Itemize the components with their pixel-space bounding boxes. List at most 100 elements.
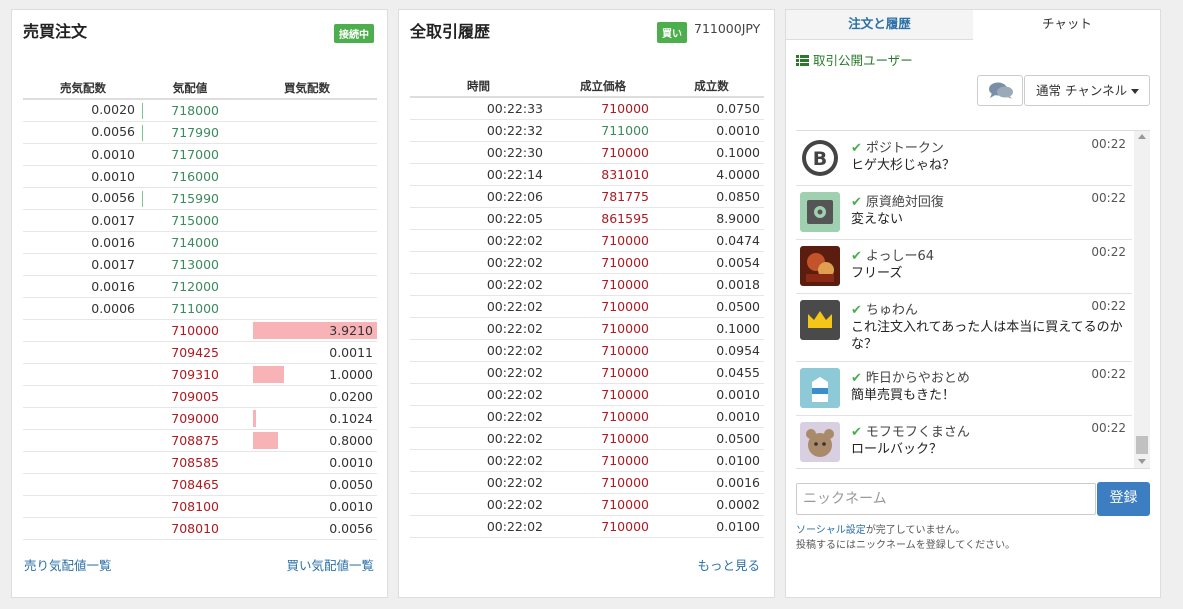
ask-row[interactable]: 0.0056 717990 [23, 121, 377, 144]
bid-row[interactable]: 709005 0.0200 [23, 385, 377, 408]
trade-time: 00:22:02 [410, 405, 547, 428]
social-setting-note: ソーシャル設定が完了していません。 [796, 521, 965, 536]
trade-price: 710000 [547, 295, 659, 318]
chat-scrollbar[interactable] [1134, 131, 1150, 468]
bid-row[interactable]: 708585 0.0010 [23, 451, 377, 474]
ask-price: 715990 [143, 187, 237, 210]
chat-time: 00:22 [1091, 421, 1126, 435]
chat-bubble-button[interactable] [977, 75, 1023, 106]
trade-price: 710000 [547, 427, 659, 450]
chat-username-text: ちゅわん [865, 303, 918, 318]
bid-size: 0.0200 [329, 389, 373, 404]
tab-chat[interactable]: チャット [974, 10, 1160, 40]
trade-price: 831010 [547, 163, 659, 186]
svg-text:B: B [813, 148, 827, 170]
col-trade-amount-header: 成立数 [659, 76, 764, 98]
nickname-note: 投稿するにはニックネームを登録してください。 [796, 540, 1016, 551]
orderbook-title: 売買注文 [23, 22, 88, 41]
bid-row[interactable]: 708875 0.8000 [23, 429, 377, 452]
tab-orders-history[interactable]: 注文と履歴 [786, 10, 973, 40]
trade-row: 00:22:02 710000 0.0018 [410, 273, 764, 296]
ask-row[interactable]: 0.0016 714000 [23, 231, 377, 254]
trade-amount: 0.0018 [659, 273, 764, 296]
trade-price: 710000 [547, 339, 659, 362]
bid-row[interactable]: 709425 0.0011 [23, 341, 377, 364]
chat-username-text: ポジトークン [865, 141, 944, 156]
bid-size: 0.0050 [329, 477, 373, 492]
chat-message: B ✔ ポジトークン 00:22 ヒゲ大杉じゃね？ [796, 131, 1132, 186]
register-button[interactable]: 登録 [1097, 482, 1150, 516]
bid-price: 710000 [143, 319, 237, 342]
bid-row[interactable]: 710000 3.9210 [23, 319, 377, 342]
photo-avatar [800, 246, 840, 286]
trade-row: 00:22:02 710000 0.0100 [410, 515, 764, 538]
ask-price: 711000 [143, 297, 237, 320]
check-icon: ✔ [851, 425, 862, 440]
trade-time: 00:22:02 [410, 229, 547, 252]
trade-price: 710000 [547, 317, 659, 340]
trade-amount: 8.9000 [659, 207, 764, 230]
scroll-thumb[interactable] [1136, 436, 1148, 454]
chat-message: ✔ モフモフくまさん 00:22 ロールバック？ [796, 415, 1132, 468]
bid-row[interactable]: 709310 1.0000 [23, 363, 377, 386]
chat-username: ✔ モフモフくまさん [851, 421, 970, 440]
trade-row: 00:22:02 710000 0.0010 [410, 383, 764, 406]
trade-time: 00:22:06 [410, 185, 547, 208]
ask-price: 713000 [143, 253, 237, 276]
chat-username-text: 昨日からやおとめ [865, 371, 970, 386]
trade-price: 861595 [547, 207, 659, 230]
more-trades-link[interactable]: もっと見る [697, 555, 760, 574]
ask-price: 717990 [143, 121, 237, 144]
chat-panel: 注文と履歴 チャット 取引公開ユーザー 通常 チャンネル B ✔ ポジトークン 00:… [785, 9, 1161, 598]
trade-time: 00:22:02 [410, 427, 547, 450]
ask-row[interactable]: 0.0010 717000 [23, 143, 377, 166]
bid-row[interactable]: 708010 0.0056 [23, 517, 377, 540]
chat-text: 簡単売買もきた！ [851, 388, 956, 403]
ask-price: 718000 [143, 99, 237, 122]
chat-message-list[interactable]: B ✔ ポジトークン 00:22 ヒゲ大杉じゃね？ ✔ 原資絶対回復 00:22 変えない ✔ よっ… [796, 130, 1150, 469]
trade-amount: 0.0016 [659, 471, 764, 494]
chat-username: ✔ ちゅわん [851, 299, 918, 318]
trade-price: 710000 [547, 251, 659, 274]
ask-row[interactable]: 0.0010 716000 [23, 165, 377, 188]
nickname-input[interactable]: ニックネーム [796, 483, 1096, 515]
col-time-header: 時間 [410, 76, 547, 98]
public-users-link[interactable]: 取引公開ユーザー [796, 50, 913, 69]
ask-size: 0.0056 [91, 124, 135, 140]
ask-size: 0.0017 [91, 213, 135, 228]
ask-row[interactable]: 0.0006 711000 [23, 297, 377, 320]
trade-price: 711000 [547, 119, 659, 142]
chat-text: フリーズ [851, 266, 903, 281]
ask-row[interactable]: 0.0016 712000 [23, 275, 377, 298]
trade-time: 00:22:30 [410, 141, 547, 164]
bid-price: 708465 [143, 473, 237, 496]
sell-quotes-link[interactable]: 売り気配値一覧 [24, 555, 112, 574]
chat-message: ✔ 原資絶対回復 00:22 変えない [796, 185, 1132, 240]
bid-row[interactable]: 708465 0.0050 [23, 473, 377, 496]
scroll-up-icon[interactable] [1138, 134, 1146, 139]
ask-size: 0.0006 [91, 301, 135, 316]
bid-price: 708100 [143, 495, 237, 518]
orderbook-panel: 売買注文 接続中 売気配数 気配値 買気配数 0.0020 718000 0.005… [11, 9, 388, 598]
trade-amount: 0.0850 [659, 185, 764, 208]
ask-row[interactable]: 0.0020 718000 [23, 99, 377, 122]
buy-quotes-link[interactable]: 買い気配値一覧 [286, 555, 374, 574]
ask-depth-bar [142, 190, 143, 207]
trade-price: 710000 [547, 405, 659, 428]
trade-row: 00:22:02 710000 0.0100 [410, 449, 764, 472]
bid-size: 0.1024 [329, 411, 373, 426]
ask-row[interactable]: 0.0017 715000 [23, 209, 377, 232]
col-bid-size-header: 買気配数 [237, 78, 377, 100]
chat-username: ✔ 昨日からやおとめ [851, 367, 970, 386]
chat-text: これ注文入れてあった人は本当に買えてるのかな？ [851, 320, 1123, 352]
bid-row[interactable]: 708100 0.0010 [23, 495, 377, 518]
bid-size: 3.9210 [329, 323, 373, 338]
bid-row[interactable]: 709000 0.1024 [23, 407, 377, 430]
channel-select[interactable]: 通常 チャンネル [1024, 75, 1150, 106]
bear-avatar [800, 422, 840, 462]
bid-size: 0.0010 [329, 455, 373, 470]
ask-row[interactable]: 0.0017 713000 [23, 253, 377, 276]
social-setting-link[interactable]: ソーシャル設定 [796, 525, 866, 536]
ask-row[interactable]: 0.0056 715990 [23, 187, 377, 210]
scroll-down-icon[interactable] [1138, 459, 1146, 464]
